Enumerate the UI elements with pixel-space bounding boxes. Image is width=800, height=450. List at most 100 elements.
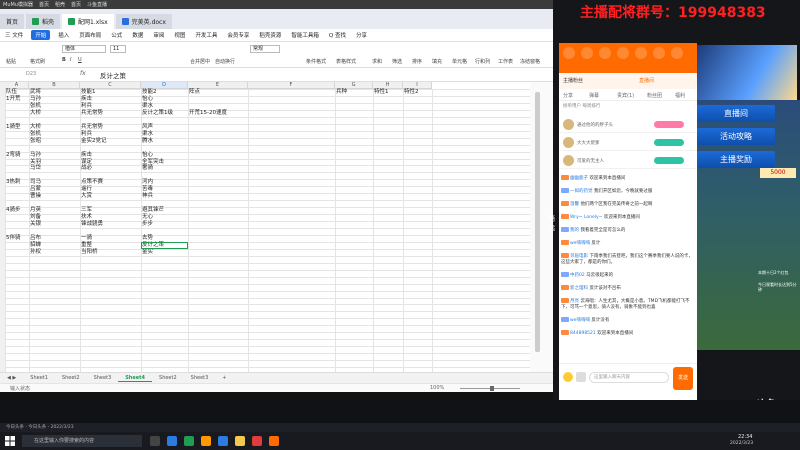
table-cell[interactable]: 反计之策1级 [142,110,173,117]
chat-username[interactable]: 幽幽鹿子 [570,176,588,181]
column-header-C[interactable]: C [80,82,141,89]
table-cell[interactable]: 张机 [30,103,41,110]
column-header-H[interactable]: H [373,82,403,89]
clock-time[interactable]: 22:34 [738,434,752,440]
wrap-text-button[interactable]: 自动换行 [215,58,235,65]
chat-username[interactable]: 中药02 [570,273,585,278]
name-box[interactable]: D23 [26,71,76,79]
chat-message[interactable]: 一如的药觉 我们开区如您，今晚就要过服 [561,188,695,195]
menu-layout[interactable]: 页面布局 [74,31,106,39]
table-cell[interactable]: 1开荒 [6,96,21,103]
windows-start-icon[interactable] [5,436,15,446]
app-icon-5[interactable] [252,436,262,446]
table-cell[interactable]: 渠水 [142,103,153,110]
table-cell[interactable]: 重整 [81,242,92,249]
room-icon-1[interactable] [563,47,575,59]
chat-username[interactable]: 邻居电影 [570,254,588,259]
chat-username[interactable]: 一如的药觉 [570,189,593,194]
zoom-slider-thumb[interactable] [490,386,494,391]
sheet-tab-2[interactable]: Sheet2 [55,375,87,381]
table-cell[interactable]: 渠水 [142,131,153,138]
column-header-G[interactable]: G [335,82,373,89]
table-cell[interactable]: 兵无常势 [81,110,103,117]
header-cell[interactable]: 武将 [30,89,41,96]
table-cell[interactable]: 1骑型 [6,124,21,131]
emoji-icon[interactable] [563,372,573,382]
rank-row[interactable]: 可爱的无主人 [559,153,697,169]
table-cell[interactable]: 去势 [142,235,153,242]
table-cell[interactable]: 大桥 [30,124,41,131]
chat-message[interactable]: 幽幽鹿子 欢迎来到本直播间 [561,175,695,182]
file-tab-home[interactable]: 首页 [0,14,25,29]
chat-message[interactable]: we嗨嗨嗨 反计 [561,240,695,247]
menu-insert[interactable]: 插入 [53,31,74,39]
chat-message[interactable]: 月亮 云海唱：人生尤其，大概是小意。TMD飞机都能打飞不下，可骂一个意思，骑人没… [561,298,695,316]
table-cell[interactable]: 奢骑 [142,165,153,172]
table-cell[interactable]: 孙权 [30,249,41,256]
freeze-panes-button[interactable]: 冻结窗格 [520,58,540,65]
table-cell[interactable]: 大桥 [30,110,41,117]
table-cell[interactable]: 4骑步 [6,207,21,214]
header-cell[interactable]: 队伍 [6,89,17,96]
worksheet-button[interactable]: 工作表 [498,58,513,65]
chat-message[interactable]: 邻居电影 下雨季我们去登吧，我们这个赛季我们要人说的卡，这些大家了，都是的你们。 [561,253,695,271]
paste-button[interactable]: 粘贴 [6,58,16,65]
sheet-tab-6[interactable]: Sheet3 [184,375,216,381]
live-room-tab[interactable]: 直播间 [639,77,654,84]
table-cell[interactable]: 3热刺 [6,179,21,186]
app-icon-2[interactable] [184,436,194,446]
room-icon-7[interactable] [671,47,683,59]
chat-username[interactable]: we嗨嗨嗨 [570,241,590,246]
fx-icon[interactable]: fx [80,70,86,77]
chat-input[interactable]: 这里输入聊天内容 [589,372,669,383]
table-cell[interactable]: 马孙 [30,96,41,103]
header-cell[interactable]: 特性1 [374,89,389,96]
sheet-tab-4[interactable]: Sheet4 [118,375,153,382]
side-button-guide[interactable]: 活动攻略 [697,128,775,145]
app-icon-4[interactable] [218,436,228,446]
file-tab-xlsx[interactable]: 配网1.xlsx [62,14,114,29]
menu-data[interactable]: 数据 [127,31,148,39]
chat-message[interactable]: 新之理科 反计该对不吕布 [561,285,695,292]
menu-dev[interactable]: 开发工具 [190,31,222,39]
column-header-A[interactable]: A [5,82,29,89]
menu-review[interactable]: 审阅 [148,31,169,39]
share-button[interactable]: 分享 [351,31,372,39]
room-icon-5[interactable] [635,47,647,59]
table-cell[interactable]: 怡心 [142,152,153,159]
table-cell[interactable]: 大赏 [81,193,92,200]
font-name-select[interactable]: 楷体 [62,45,106,53]
gift-icon[interactable] [576,372,586,382]
chat-username[interactable]: 新之理科 [570,286,588,291]
chat-message[interactable]: 我的 我看着完全是可怎么的 [561,227,695,234]
subtab-danmaku[interactable]: 弹幕 [589,92,599,99]
table-cell[interactable]: 风声 [142,124,153,131]
font-size-select[interactable]: 11 [110,45,126,53]
table-cell[interactable]: 怡心 [142,96,153,103]
table-style-button[interactable]: 表格样式 [336,58,356,65]
table-cell[interactable]: 关银 [30,221,41,228]
scroll-thumb[interactable] [535,92,540,352]
table-cell[interactable]: 当阳桥 [81,249,98,256]
table-cell[interactable]: 神兵 [142,193,153,200]
sheet-tab-3[interactable]: Sheet3 [87,375,119,381]
table-cell[interactable]: 开荒15-20速度 [189,110,227,117]
number-format-select[interactable]: 常规 [250,45,280,53]
room-icon-2[interactable] [581,47,593,59]
fill-button[interactable]: 填充 [432,58,442,65]
chat-message[interactable]: Wry~ Lonely~ 欢迎来到本直播间 [561,214,695,221]
formula-input[interactable]: 反计之策 [100,70,126,80]
room-icon-4[interactable] [617,47,629,59]
douyu-app-icon[interactable] [269,436,279,446]
side-button-room[interactable]: 直播间 [697,105,775,122]
table-cell[interactable]: 疾击 [81,152,92,159]
chat-username[interactable]: Wry~ Lonely~ [570,215,602,220]
table-cell[interactable]: 利兵 [81,131,92,138]
chat-username[interactable]: 我的 [570,228,579,233]
table-cell[interactable]: 战必 [81,165,92,172]
conditional-format-button[interactable]: 条件格式 [306,58,326,65]
search-button[interactable]: Q 查找 [324,31,351,39]
table-cell[interactable]: 步步 [142,221,153,228]
table-cell[interactable]: 2弯骑 [6,152,21,159]
column-header-I[interactable]: I [403,82,432,89]
